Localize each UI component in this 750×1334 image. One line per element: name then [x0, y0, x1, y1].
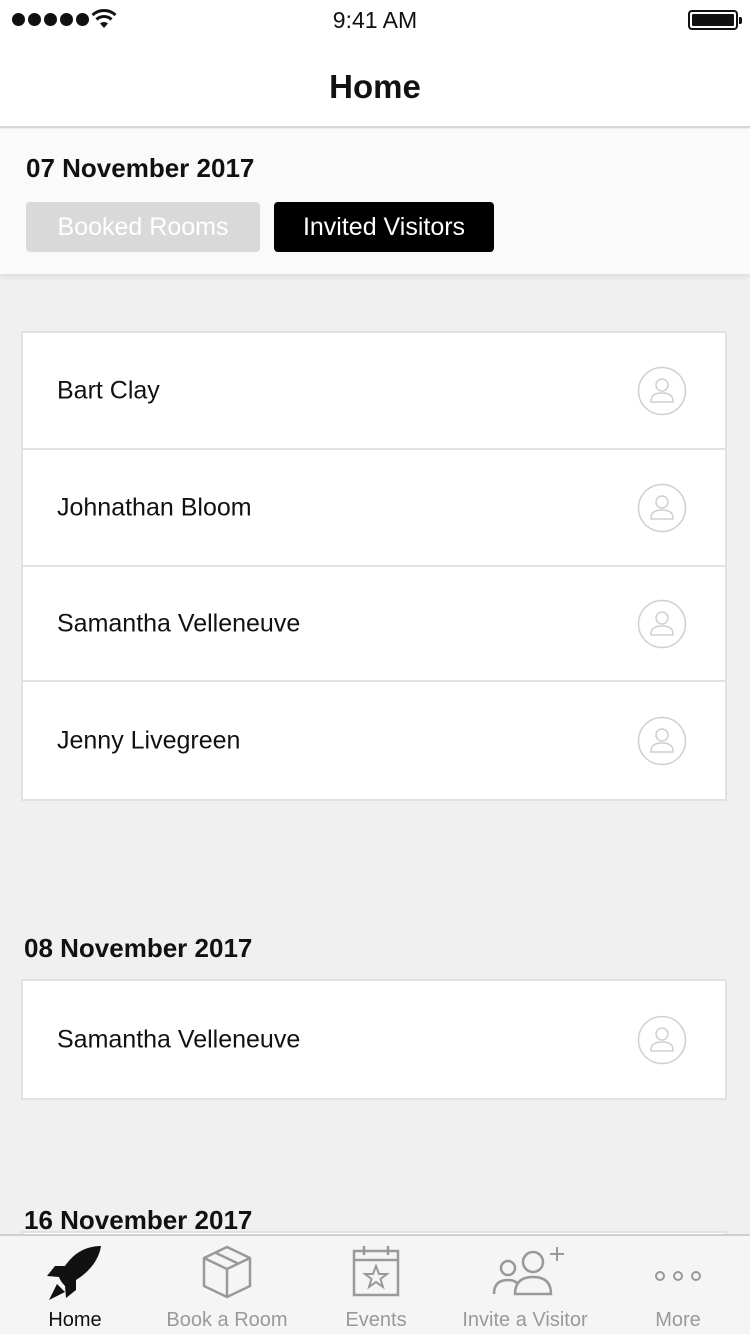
visitor-name: Johnathan Bloom — [57, 493, 252, 521]
tab-events[interactable]: Events — [326, 1236, 426, 1334]
visitor-row[interactable]: Johnathan Bloom — [23, 450, 725, 567]
visitor-list-card: Bart Clay Johnathan Bloom Samantha Velle… — [21, 331, 727, 801]
visitor-row[interactable]: Jenny Livegreen — [23, 682, 725, 799]
visitor-name: Bart Clay — [57, 376, 160, 404]
battery-icon — [688, 10, 742, 30]
user-avatar-icon — [637, 716, 687, 765]
tab-more[interactable]: More — [628, 1236, 728, 1334]
tab-home[interactable]: Home — [25, 1236, 125, 1334]
visitor-name: Samantha Velleneuve — [57, 1025, 301, 1053]
calendar-star-icon — [352, 1246, 400, 1297]
visitor-row[interactable]: Bart Clay — [23, 333, 725, 450]
visitor-name: Samantha Velleneuve — [57, 609, 301, 637]
tab-label: Events — [345, 1309, 407, 1331]
add-people-icon — [492, 1247, 564, 1296]
user-avatar-icon — [637, 599, 687, 648]
date-header-panel: 07 November 2017 Booked Rooms Invited Vi… — [0, 129, 750, 274]
user-avatar-icon — [637, 483, 687, 532]
status-bar: 9:41 AM — [0, 0, 750, 40]
tab-book-a-room[interactable]: Book a Room — [157, 1236, 297, 1334]
visitor-row[interactable]: Samantha Velleneuve — [23, 981, 725, 1098]
more-dots-icon — [655, 1271, 701, 1281]
tab-label: Book a Room — [166, 1309, 288, 1331]
booked-rooms-button[interactable]: Booked Rooms — [26, 202, 260, 252]
tab-label: More — [655, 1309, 701, 1331]
tab-label: Home — [48, 1309, 102, 1331]
user-avatar-icon — [637, 1015, 687, 1064]
tab-label: Invite a Visitor — [462, 1309, 588, 1331]
header-date: 07 November 2017 — [26, 153, 255, 183]
invited-visitors-button[interactable]: Invited Visitors — [274, 202, 494, 252]
visitor-row[interactable]: Samantha Velleneuve — [23, 567, 725, 682]
page-title: Home — [329, 68, 421, 105]
user-avatar-icon — [637, 366, 687, 415]
box-icon — [202, 1245, 252, 1299]
visitor-list-card: Samantha Velleneuve — [21, 979, 727, 1100]
tab-invite-a-visitor[interactable]: Invite a Visitor — [455, 1236, 595, 1334]
tab-bar: Home Book a Room Events Invite a Visitor — [0, 1234, 750, 1334]
section-date: 08 November 2017 — [24, 933, 253, 963]
visitor-name: Jenny Livegreen — [57, 726, 241, 754]
status-time: 9:41 AM — [332, 7, 418, 33]
rocket-icon — [47, 1246, 101, 1300]
navigation-bar: Home — [0, 40, 750, 128]
